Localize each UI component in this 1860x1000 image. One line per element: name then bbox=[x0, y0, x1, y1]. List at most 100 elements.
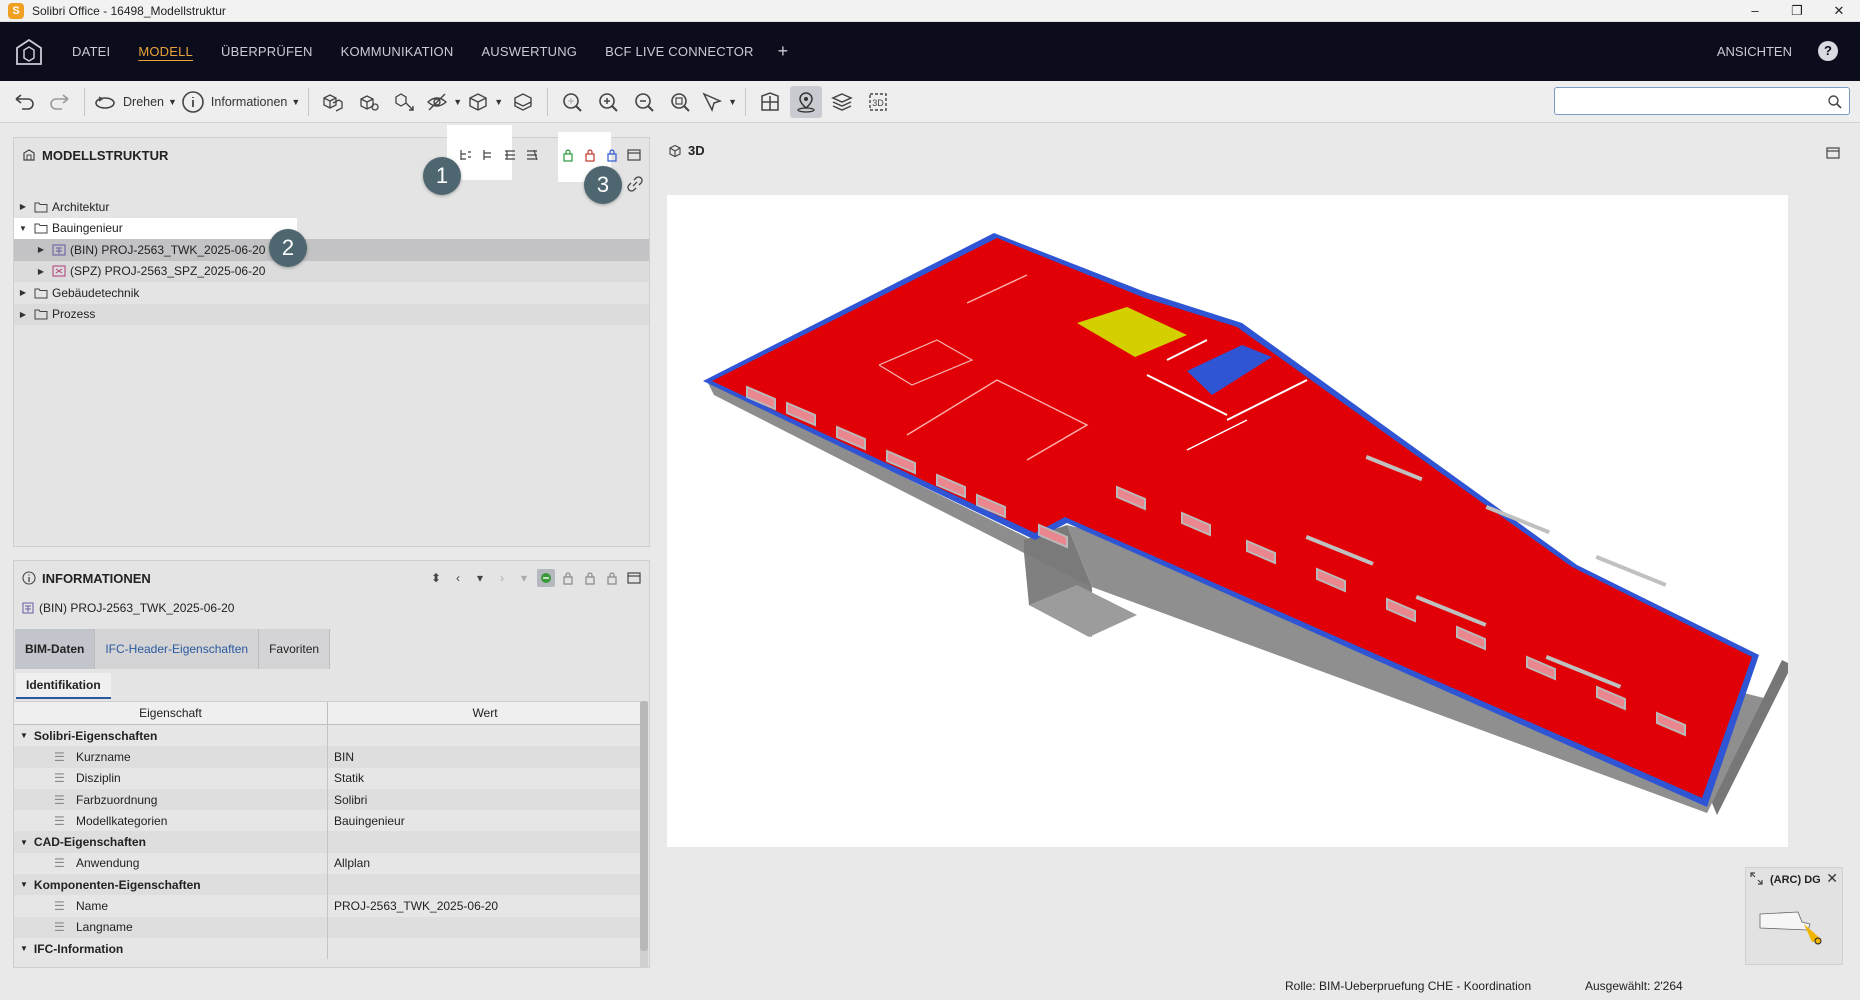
tree-item-bin-model[interactable]: ▶ (BIN) PROJ-2563_TWK_2025-06-20 bbox=[14, 239, 649, 261]
property-row[interactable]: ☰ Anwendung Allplan bbox=[14, 852, 642, 875]
property-row[interactable]: ☰ Name PROJ-2563_TWK_2025-06-20 bbox=[14, 895, 642, 917]
zoom-in-button[interactable] bbox=[592, 86, 624, 118]
tree-item-gebaeudetechnik[interactable]: ▶ Gebäudetechnik bbox=[14, 282, 649, 304]
minimap[interactable]: (ARC) DG ✕ bbox=[1745, 867, 1843, 965]
isolate-button[interactable] bbox=[353, 86, 385, 118]
lock-button-3[interactable] bbox=[603, 569, 621, 587]
back-button[interactable]: ‹ bbox=[449, 569, 467, 587]
menu-ansichten[interactable]: ANSICHTEN bbox=[1717, 22, 1792, 81]
column-header-value[interactable]: Wert bbox=[328, 702, 642, 724]
sort-button[interactable]: ⬍ bbox=[427, 569, 445, 587]
location-button[interactable] bbox=[790, 85, 823, 118]
lock-button[interactable] bbox=[581, 146, 599, 164]
zoom-selection-button[interactable] bbox=[556, 86, 588, 118]
menu-bcf-live-connector[interactable]: BCF LIVE CONNECTOR bbox=[591, 22, 768, 81]
redo-button[interactable] bbox=[44, 86, 76, 118]
section-box-button[interactable] bbox=[507, 86, 539, 118]
home-icon[interactable] bbox=[14, 37, 44, 67]
expand-arrow-icon[interactable]: ▶ bbox=[36, 245, 46, 254]
link-icon[interactable] bbox=[627, 176, 643, 192]
property-group-row[interactable]: ▼ Solibri-Eigenschaften bbox=[14, 725, 642, 747]
tree-item-label: Architektur bbox=[52, 199, 110, 214]
collapse-arrow-icon[interactable]: ▼ bbox=[20, 838, 28, 847]
forward-button[interactable]: › bbox=[493, 569, 511, 587]
menu-datei[interactable]: DATEI bbox=[58, 22, 124, 81]
undo-icon bbox=[15, 93, 34, 110]
property-row[interactable]: ☰ Langname bbox=[14, 916, 642, 938]
minimize-button[interactable]: – bbox=[1734, 0, 1776, 22]
property-name: Komponenten-Eigenschaften bbox=[33, 877, 201, 892]
tree-item-prozess[interactable]: ▶ Prozess bbox=[14, 303, 649, 325]
help-icon[interactable]: ? bbox=[1818, 41, 1838, 61]
minimap-close-icon[interactable]: ✕ bbox=[1826, 870, 1838, 887]
visibility-dropdown[interactable]: ▼ bbox=[425, 86, 462, 118]
restore-button[interactable]: ❐ bbox=[1776, 0, 1818, 22]
expand-arrow-icon[interactable]: ▶ bbox=[18, 288, 28, 297]
building-model[interactable] bbox=[667, 195, 1792, 847]
menu-auswertung[interactable]: AUSWERTUNG bbox=[467, 22, 591, 81]
tree-item-label: (SPZ) PROJ-2563_SPZ_2025-06-20 bbox=[70, 264, 266, 279]
panel-maximize-button[interactable] bbox=[625, 569, 643, 587]
lock-blue-button[interactable] bbox=[603, 146, 621, 164]
collapse-arrow-icon[interactable]: ▼ bbox=[18, 224, 28, 233]
collapse-arrow-icon[interactable]: ▼ bbox=[20, 944, 28, 953]
close-window-button[interactable]: ✕ bbox=[1818, 0, 1860, 22]
property-group-row[interactable]: ▼ IFC-Information bbox=[14, 937, 642, 960]
expand-arrow-icon[interactable]: ▶ bbox=[18, 202, 28, 211]
tree-flat-button[interactable] bbox=[479, 146, 497, 164]
panel-maximize-button[interactable] bbox=[625, 146, 643, 164]
property-row[interactable]: ☰ Farbzuordnung Solibri bbox=[14, 788, 642, 811]
selection-tool-dropdown[interactable]: ▼ bbox=[700, 86, 737, 118]
history-dropdown[interactable]: ▾ bbox=[471, 569, 489, 587]
property-scrollbar[interactable] bbox=[640, 701, 648, 967]
search-input[interactable] bbox=[1554, 87, 1850, 115]
tree-item-spz-model[interactable]: ▶ (SPZ) PROJ-2563_SPZ_2025-06-20 bbox=[14, 260, 649, 282]
menu-kommunikation[interactable]: KOMMUNIKATION bbox=[327, 22, 468, 81]
property-row[interactable]: ☰ Kurzname BIN bbox=[14, 746, 642, 768]
property-group-row[interactable]: ▼ Komponenten-Eigenschaften bbox=[14, 874, 642, 896]
property-row[interactable]: ☰ Disziplin Statik bbox=[14, 767, 642, 789]
collapse-arrow-icon[interactable]: ▼ bbox=[20, 731, 28, 740]
3d-viewport[interactable] bbox=[667, 195, 1792, 847]
zoom-extents-button[interactable] bbox=[664, 86, 696, 118]
tree-item-bauingenieur[interactable]: ▼ Bauingenieur bbox=[14, 217, 297, 239]
sync-selection-button[interactable] bbox=[537, 569, 555, 587]
subtab-identifikation[interactable]: Identifikation bbox=[16, 673, 111, 699]
property-group-row[interactable]: ▼ CAD-Eigenschaften bbox=[14, 831, 642, 853]
tab-ifc-header[interactable]: IFC-Header-Eigenschaften bbox=[95, 629, 260, 669]
layers-button[interactable] bbox=[826, 86, 858, 118]
column-header-property[interactable]: Eigenschaft bbox=[14, 702, 328, 724]
tree-item-architektur[interactable]: ▶ Architektur bbox=[14, 196, 649, 218]
zoom-out-button[interactable] bbox=[628, 86, 660, 118]
rotate-dropdown[interactable]: Drehen ▼ bbox=[93, 86, 177, 118]
expand-arrow-icon[interactable]: ▶ bbox=[18, 310, 28, 319]
model-structure-title: MODELLSTRUKTUR bbox=[42, 147, 169, 163]
expand-icon[interactable] bbox=[1750, 872, 1763, 885]
menu-ueberpruefen[interactable]: ÜBERPRÜFEN bbox=[207, 22, 327, 81]
3d-view-maximize-icon[interactable] bbox=[1826, 146, 1840, 160]
scrollbar-thumb[interactable] bbox=[640, 701, 648, 951]
main-menu-bar: DATEI MODELL ÜBERPRÜFEN KOMMUNIKATION AU… bbox=[0, 22, 1860, 81]
tree-layers-button[interactable] bbox=[501, 146, 519, 164]
menu-modell[interactable]: MODELL bbox=[124, 22, 207, 81]
collapse-arrow-icon[interactable]: ▼ bbox=[20, 880, 28, 889]
3d-button[interactable]: 3D bbox=[862, 86, 894, 118]
lock-button[interactable] bbox=[559, 569, 577, 587]
show-all-button[interactable] bbox=[317, 86, 349, 118]
tree-view-button[interactable] bbox=[457, 146, 475, 164]
tab-favoriten[interactable]: Favoriten bbox=[259, 629, 331, 669]
forward-history-dropdown[interactable]: ▾ bbox=[515, 569, 533, 587]
view-cube-dropdown[interactable]: ▼ bbox=[466, 86, 503, 118]
property-row[interactable]: ☰ Modellkategorien Bauingenieur bbox=[14, 810, 642, 832]
lock-button-2[interactable] bbox=[581, 569, 599, 587]
information-dropdown[interactable]: Informationen ▼ bbox=[181, 86, 300, 118]
add-tab-button[interactable]: + bbox=[768, 41, 799, 62]
tree-filter-button[interactable] bbox=[523, 146, 541, 164]
lock-open-button[interactable] bbox=[559, 146, 577, 164]
tab-bim-daten[interactable]: BIM-Daten bbox=[15, 629, 96, 669]
undo-button[interactable] bbox=[8, 86, 40, 118]
expand-arrow-icon[interactable]: ▶ bbox=[36, 267, 46, 276]
floor-plan-button[interactable] bbox=[754, 86, 786, 118]
property-name: Solibri-Eigenschaften bbox=[33, 728, 158, 743]
select-hidden-button[interactable] bbox=[389, 86, 421, 118]
